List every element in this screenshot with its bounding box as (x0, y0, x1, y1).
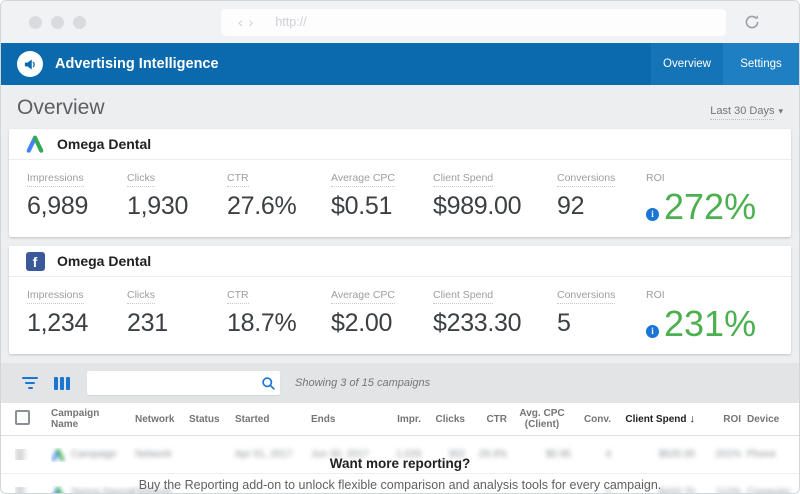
col-roi[interactable]: ROI (701, 414, 747, 425)
brand: Advertising Intelligence (1, 43, 219, 85)
account-name: Omega Dental (57, 253, 151, 269)
summary-card-adwords: Omega Dental Impressions 6,989 Clicks 1,93… (9, 129, 791, 237)
metric-label: Conversions (557, 289, 615, 304)
col-ends[interactable]: Ends (311, 414, 383, 425)
col-clicks[interactable]: Clicks (427, 414, 471, 425)
date-range-dropdown[interactable]: Last 30 Days ▾ (710, 105, 783, 120)
megaphone-icon (17, 51, 43, 77)
metric-value: 1,234 (27, 309, 127, 338)
table-header: Campaign Name Network Status Started End… (1, 403, 799, 436)
col-client-spend[interactable]: Client Spend↓ (617, 413, 701, 425)
metric-label: ROI (646, 289, 665, 303)
metric-label: Impressions (27, 172, 84, 187)
search-box (87, 371, 280, 395)
table-toolbar: Showing 3 of 15 campaigns (1, 363, 799, 403)
metric-value: 231 (127, 309, 227, 338)
window-controls (29, 16, 86, 29)
app-header: Advertising Intelligence Overview Settin… (1, 43, 799, 85)
metric-value: $989.00 (433, 192, 557, 221)
sort-desc-icon: ↓ (690, 413, 696, 425)
col-campaign-name[interactable]: Campaign Name (51, 408, 135, 430)
account-name: Omega Dental (57, 136, 151, 152)
col-started[interactable]: Started (235, 414, 311, 425)
summary-card-facebook: f Omega Dental Impressions 1,234 Clicks 23… (9, 246, 791, 354)
date-range-label: Last 30 Days (710, 105, 774, 120)
facebook-icon: f (25, 251, 45, 271)
refresh-icon[interactable] (743, 13, 761, 31)
upsell-title: Want more reporting? (1, 456, 799, 471)
upsell-overlay: Want more reporting? Buy the Reporting a… (1, 456, 799, 494)
col-status[interactable]: Status (189, 414, 235, 425)
back-forward-icons[interactable]: ‹› (238, 14, 259, 30)
url-input[interactable] (275, 15, 714, 29)
col-network[interactable]: Network (135, 414, 189, 425)
metric-label: Average CPC (331, 172, 395, 187)
metric-value: $2.00 (331, 309, 433, 338)
browser-chrome: ‹› (1, 1, 799, 43)
showing-count: Showing 3 of 15 campaigns (295, 377, 430, 389)
window-dot (29, 16, 42, 29)
chevron-down-icon: ▾ (778, 106, 783, 116)
metric-value: 27.6% (227, 192, 331, 221)
info-icon[interactable]: i (646, 208, 659, 221)
metric-label: Clicks (127, 289, 155, 304)
metric-value: 18.7% (227, 309, 331, 338)
metric-label: Clicks (127, 172, 155, 187)
back-icon: ‹ (238, 14, 249, 30)
metric-label: Client Spend (433, 289, 493, 304)
metric-value: $233.30 (433, 309, 557, 338)
metric-label: CTR (227, 172, 249, 187)
google-adwords-icon (25, 134, 45, 154)
app-window: ‹› Advertising Intelligence Overview Set… (0, 0, 800, 494)
metric-label: Impressions (27, 289, 84, 304)
app-title: Advertising Intelligence (55, 56, 219, 72)
metric-value: 92 (557, 192, 646, 221)
page-title: Overview (17, 96, 105, 120)
col-avg-cpc[interactable]: Avg. CPC (Client) (513, 408, 577, 430)
metric-value: 5 (557, 309, 646, 338)
metric-value: 6,989 (27, 192, 127, 221)
metric-value: $0.51 (331, 192, 433, 221)
url-bar[interactable]: ‹› (221, 9, 726, 36)
forward-icon: › (249, 14, 260, 30)
window-dot (51, 16, 64, 29)
search-icon[interactable] (257, 371, 280, 395)
roi-value: 272% (664, 188, 756, 226)
tab-overview[interactable]: Overview (651, 43, 723, 85)
metric-label: CTR (227, 289, 249, 304)
table-body: Campaign Network Apr 01, 2017 Jun 30, 20… (1, 436, 799, 494)
upsell-subtitle: Buy the Reporting add-on to unlock flexi… (1, 478, 799, 492)
roi-value: 231% (664, 305, 756, 343)
window-dot (73, 16, 86, 29)
col-device[interactable]: Device (747, 414, 799, 425)
metric-label: Conversions (557, 172, 615, 187)
search-input[interactable] (87, 376, 257, 390)
col-conversions[interactable]: Conv. (577, 414, 617, 425)
select-all-checkbox[interactable] (15, 410, 30, 425)
col-impressions[interactable]: Impr. (383, 414, 427, 425)
info-icon[interactable]: i (646, 325, 659, 338)
metric-label: Client Spend (433, 172, 493, 187)
col-ctr[interactable]: CTR (471, 414, 513, 425)
metric-label: Average CPC (331, 289, 395, 304)
metric-value: 1,930 (127, 192, 227, 221)
tab-settings[interactable]: Settings (723, 43, 799, 85)
metric-label: ROI (646, 172, 665, 186)
columns-icon[interactable] (54, 377, 70, 390)
filter-icon[interactable] (21, 377, 39, 389)
